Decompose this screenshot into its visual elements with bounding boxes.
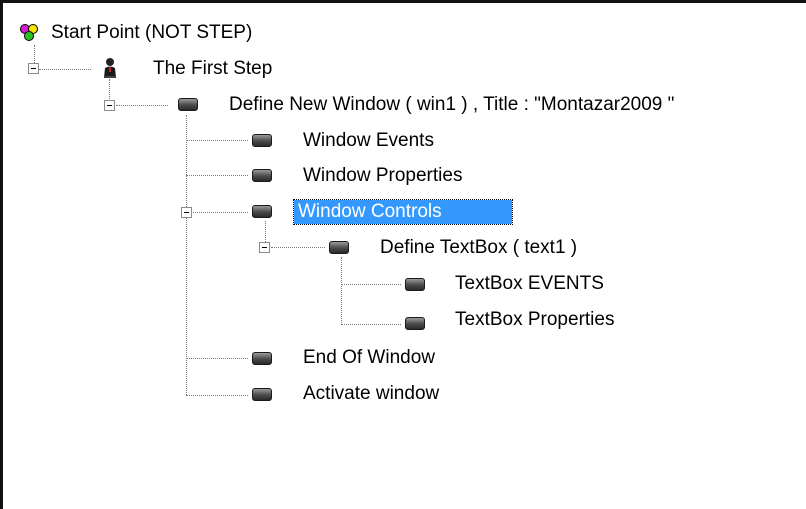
tree-connector [271,247,325,248]
tree-connector [341,324,401,325]
tree-node-end-of-window[interactable]: End Of Window [303,346,435,370]
tree-node-window-properties[interactable]: Window Properties [303,164,462,188]
tree-connector [265,221,266,244]
tree-node-textbox-properties[interactable]: TextBox Properties [455,308,614,332]
tree-connector [193,212,248,213]
person-icon [101,57,119,84]
collapse-toggle-define-window[interactable] [104,100,115,111]
tree-connector [186,140,248,141]
window-icon [252,205,272,218]
tree-connector [116,105,168,106]
window-icon [252,169,272,182]
tree-node-first-step[interactable]: The First Step [153,57,272,81]
collapse-toggle-first-step[interactable] [28,63,39,74]
tree-node-activate-window[interactable]: Activate window [303,382,439,406]
tree-node-textbox-events[interactable]: TextBox EVENTS [455,272,604,296]
collapse-toggle-define-textbox[interactable] [259,242,270,253]
tree-node-define-textbox[interactable]: Define TextBox ( text1 ) [380,236,577,260]
window-icon [252,134,272,147]
tree-node-start-point[interactable]: Start Point (NOT STEP) [51,21,252,45]
tree-node-window-controls[interactable]: Window Controls [293,199,513,225]
window-icon [252,352,272,365]
start-point-icon [19,23,39,48]
tree-connector [186,175,248,176]
tree-view: Start Point (NOT STEP) The First Step De… [0,0,806,509]
window-icon [252,388,272,401]
tree-connector [39,69,91,70]
tree-connector [341,284,401,285]
collapse-toggle-window-controls[interactable] [181,207,192,218]
window-icon [329,241,349,254]
window-icon [405,317,425,330]
window-icon [405,278,425,291]
tree-connector [186,115,187,395]
tree-node-window-events[interactable]: Window Events [303,129,434,153]
tree-connector [186,395,248,396]
tree-connector [186,358,248,359]
window-icon [178,98,198,111]
tree-connector [341,257,342,325]
tree-node-define-new-window[interactable]: Define New Window ( win1 ) , Title : "Mo… [229,93,674,117]
